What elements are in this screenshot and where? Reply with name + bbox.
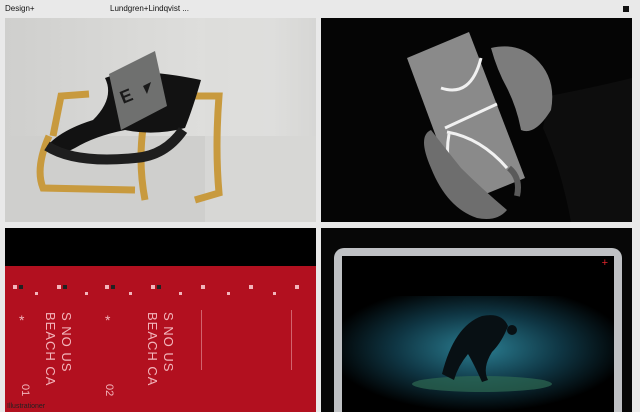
asterisk-icon: * [105, 312, 111, 328]
laptop-screen: + [342, 256, 614, 412]
project-tile-chair[interactable]: E [5, 18, 316, 222]
poster-text-column: S NO US [161, 312, 176, 373]
poster-text-column: BEACH CA [43, 312, 58, 387]
tile-caption: Illustrationer [7, 403, 46, 410]
poster-small-print [291, 310, 301, 370]
red-poster-panel: * * S NO US BEACH CA S NO US BEACH CA 01… [5, 266, 316, 412]
poster-small-print [201, 310, 211, 370]
dancer-photo [342, 296, 614, 412]
poster-text-column: BEACH CA [145, 312, 160, 387]
poster-number: 01 [19, 384, 31, 397]
project-tile-brochure[interactable] [321, 18, 632, 222]
poster-text-column: S NO US [59, 312, 74, 373]
project-tile-laptop[interactable]: + [321, 228, 632, 412]
asterisk-icon: * [19, 312, 25, 328]
menu-square-icon[interactable] [623, 6, 629, 12]
brochure-photo [321, 18, 632, 222]
project-tile-poster[interactable]: * * S NO US BEACH CA S NO US BEACH CA 01… [5, 228, 316, 412]
chair-photo: E [5, 18, 316, 222]
page-title: Lundgren+Lindqvist ... [110, 4, 189, 13]
poster-number: 02 [103, 384, 115, 397]
brand-logo[interactable]: Design+ [5, 0, 35, 18]
top-bar: Design+ Lundgren+Lindqvist ... [0, 0, 640, 18]
pixel-strip-graphic [13, 285, 299, 295]
